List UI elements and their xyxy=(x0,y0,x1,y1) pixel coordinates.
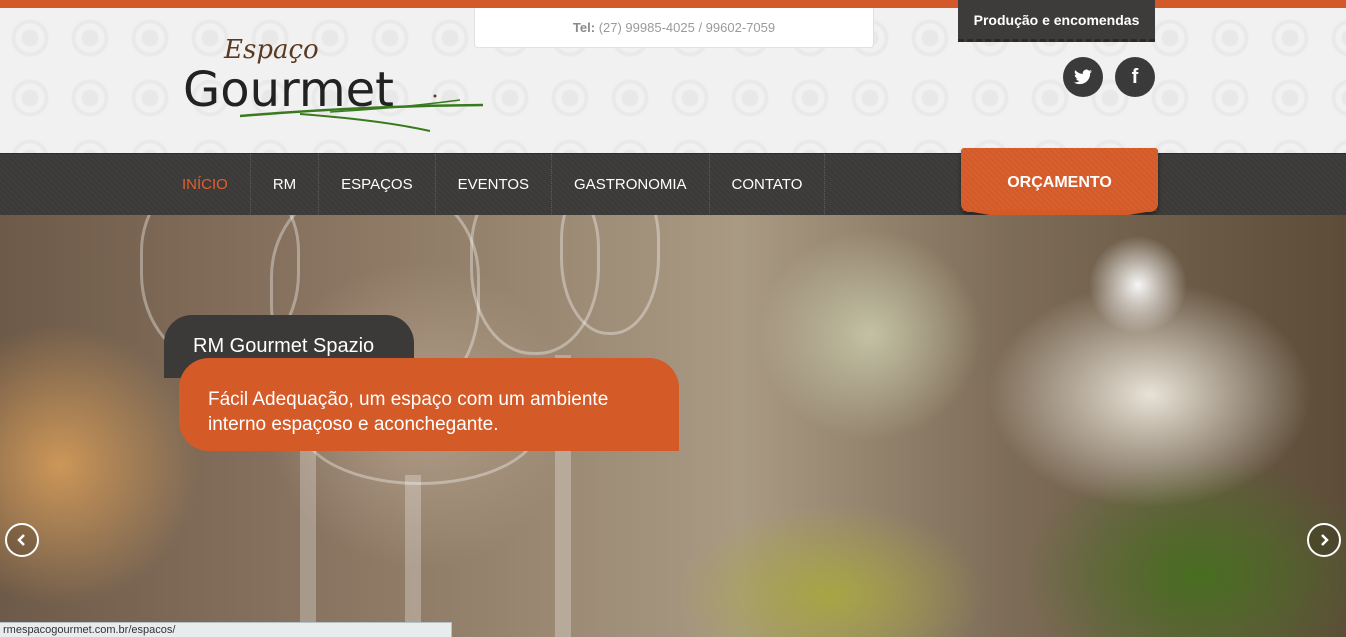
chevron-left-icon xyxy=(17,534,25,546)
nav-item-eventos[interactable]: EVENTOS xyxy=(436,154,553,216)
nav-item-rm[interactable]: RM xyxy=(251,154,320,216)
nav-list: INÍCIO RM ESPAÇOS EVENTOS GASTRONOMIA CO… xyxy=(160,154,826,216)
production-orders-link[interactable]: Produção e encomendas xyxy=(958,0,1155,42)
phone-box: Tel: (27) 99985-4025 / 99602-7059 xyxy=(474,8,874,48)
facebook-glyph: f xyxy=(1131,65,1139,88)
glass-stem xyxy=(405,475,421,637)
slider-prev-button[interactable] xyxy=(5,523,39,557)
orcamento-button[interactable]: ORÇAMENTO xyxy=(961,148,1158,212)
facebook-icon[interactable]: f xyxy=(1115,57,1155,97)
chevron-right-icon xyxy=(1321,534,1329,546)
nav-item-gastronomia[interactable]: GASTRONOMIA xyxy=(552,154,710,216)
twitter-icon[interactable] xyxy=(1063,57,1103,97)
nav-item-contato[interactable]: CONTATO xyxy=(710,154,826,216)
logo[interactable]: Espaço Gourmet xyxy=(180,28,490,138)
phone-numbers: (27) 99985-4025 / 99602-7059 xyxy=(598,20,776,35)
nav-item-espacos[interactable]: ESPAÇOS xyxy=(319,154,436,216)
slider-next-button[interactable] xyxy=(1307,523,1341,557)
slide-description: Fácil Adequação, um espaço com um ambien… xyxy=(179,358,679,451)
status-bar-url: rmespacogourmet.com.br/espacos/ xyxy=(0,622,452,637)
logo-top-text: Espaço xyxy=(223,35,319,65)
nav-item-inicio[interactable]: INÍCIO xyxy=(160,154,251,216)
phone-label: Tel: xyxy=(572,20,596,35)
glass-stem xyxy=(300,445,316,637)
